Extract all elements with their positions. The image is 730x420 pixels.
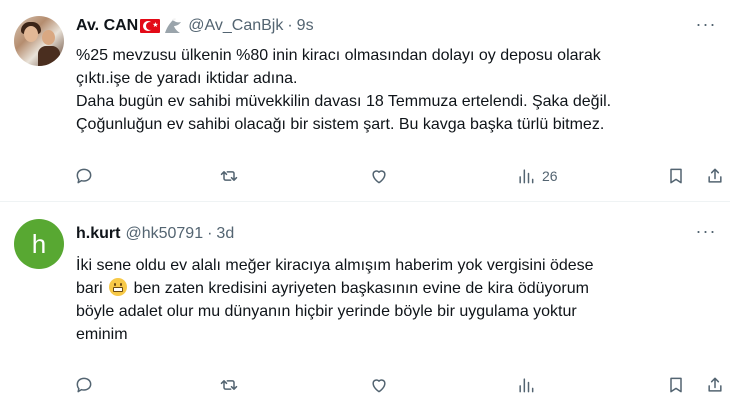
- reply-icon: [76, 377, 92, 393]
- like-icon: [372, 170, 386, 184]
- action-bar: [72, 373, 722, 397]
- avatar[interactable]: [14, 16, 64, 66]
- tweet-text-fragment: ben zaten kredisini ayriyeten başkasının…: [133, 280, 589, 297]
- like-button[interactable]: [369, 164, 389, 188]
- grimacing-face-emoji: [109, 278, 128, 296]
- share-icon: [708, 168, 722, 183]
- tweet-text-line: Çoğunluğun ev sahibi olacağı bir sistem …: [76, 116, 605, 133]
- tweet-text-line: böyle adalet olur mu dünyanın hiçbir yer…: [76, 303, 577, 320]
- more-options-icon[interactable]: ···: [692, 15, 720, 38]
- reply-button[interactable]: [74, 373, 94, 397]
- separator: ·: [207, 225, 213, 242]
- more-options-icon[interactable]: ···: [692, 222, 720, 245]
- views-icon: [519, 169, 534, 184]
- retweet-button[interactable]: [219, 373, 239, 397]
- tweet-text-line: eminim: [76, 326, 128, 343]
- author-handle[interactable]: @Av_CanBjk: [188, 17, 283, 35]
- bookmark-button[interactable]: [666, 164, 686, 188]
- tweet-text-line: Daha bugün ev sahibi müvekkilin davası 1…: [76, 93, 612, 110]
- tweet-header: Av. CAN ★ @Av_CanBjk · 9s: [76, 15, 314, 37]
- tweet-text-line: İki sene oldu ev alalı meğer kiracıya al…: [76, 257, 594, 274]
- tweet-text-line: %25 mevzusu ülkenin %80 inin kiracı olma…: [76, 47, 601, 64]
- views-icon: [519, 378, 534, 393]
- views-button[interactable]: [516, 373, 542, 397]
- action-bar: 26: [72, 164, 722, 188]
- turkish-flag-icon: ★: [140, 19, 161, 33]
- tweet-text: İki sene oldu ev alalı meğer kiracıya al…: [76, 254, 712, 346]
- divider: [0, 201, 730, 202]
- views-button[interactable]: 26: [516, 164, 558, 188]
- timestamp[interactable]: 9s: [297, 17, 314, 35]
- retweet-icon: [220, 171, 238, 181]
- tweet-2[interactable]: h h.kurt @hk50791 · 3d ··· İki sene oldu…: [0, 203, 730, 420]
- tweet-text-fragment: bari: [76, 280, 103, 297]
- avatar[interactable]: h: [14, 219, 64, 269]
- share-icon: [708, 377, 722, 392]
- reply-icon: [76, 168, 92, 184]
- author-handle[interactable]: @hk50791: [125, 225, 203, 243]
- author-name[interactable]: h.kurt: [76, 225, 120, 243]
- separator: ·: [287, 17, 293, 34]
- views-count: 26: [542, 168, 558, 184]
- eagle-icon: [163, 17, 183, 35]
- tweet-text-line: çıktı.işe de yaradı iktidar adına.: [76, 70, 298, 87]
- share-button[interactable]: [705, 164, 725, 188]
- like-icon: [372, 379, 386, 393]
- reply-button[interactable]: [74, 164, 94, 188]
- tweet-1[interactable]: Av. CAN ★ @Av_CanBjk · 9s ··· %25 mevzus…: [0, 0, 730, 200]
- tweet-header: h.kurt @hk50791 · 3d: [76, 223, 234, 245]
- retweet-icon: [220, 380, 238, 390]
- author-name[interactable]: Av. CAN: [76, 17, 138, 35]
- tweet-text: %25 mevzusu ülkenin %80 inin kiracı olma…: [76, 44, 712, 136]
- retweet-button[interactable]: [219, 164, 239, 188]
- share-button[interactable]: [705, 373, 725, 397]
- tweet-text-line: bari ben zaten kredisini ayriyeten başka…: [76, 277, 712, 300]
- bookmark-icon: [670, 377, 682, 393]
- bookmark-button[interactable]: [666, 373, 686, 397]
- timestamp[interactable]: 3d: [216, 225, 234, 243]
- bookmark-icon: [670, 168, 682, 184]
- like-button[interactable]: [369, 373, 389, 397]
